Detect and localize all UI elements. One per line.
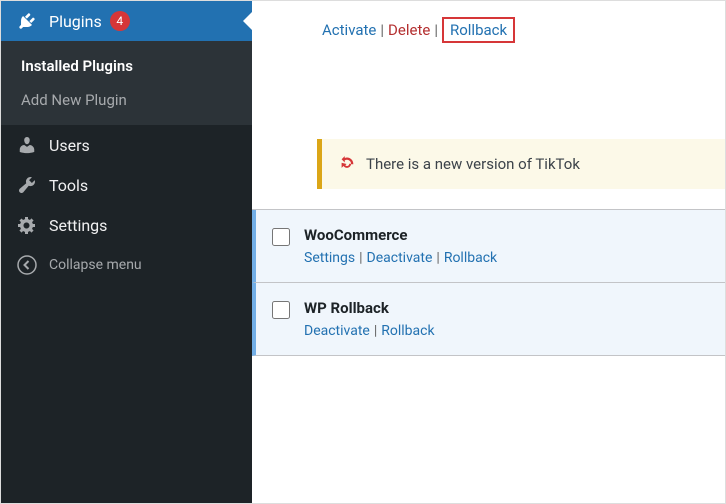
plugin-title: WP Rollback xyxy=(304,299,435,317)
update-notice: There is a new version of TikTok xyxy=(317,139,725,189)
main-content: Activate|Delete|Rollback There is a new … xyxy=(252,1,725,503)
plugin-icon xyxy=(15,11,39,31)
sidebar-item-tools[interactable]: Tools xyxy=(1,165,252,205)
submenu-add-new-plugin[interactable]: Add New Plugin xyxy=(1,83,252,117)
deactivate-link[interactable]: Deactivate xyxy=(367,250,433,266)
activate-link[interactable]: Activate xyxy=(322,21,376,39)
rollback-link[interactable]: Rollback xyxy=(450,21,507,39)
plugin-actions: Deactivate|Rollback xyxy=(304,323,435,339)
rollback-link[interactable]: Rollback xyxy=(444,250,497,266)
plugin-row-wp-rollback: WP Rollback Deactivate|Rollback xyxy=(252,283,725,356)
sidebar-item-settings[interactable]: Settings xyxy=(1,205,252,245)
delete-link[interactable]: Delete xyxy=(388,21,430,39)
update-notice-text: There is a new version of TikTok xyxy=(366,155,580,173)
refresh-icon xyxy=(338,153,356,175)
plugin-title: WooCommerce xyxy=(304,226,497,244)
users-icon xyxy=(15,135,39,155)
plugin-checkbox[interactable] xyxy=(272,228,290,266)
collapse-icon xyxy=(15,255,39,275)
plugin-row-actions: Activate|Delete|Rollback xyxy=(252,1,725,59)
sidebar-plugins-label: Plugins xyxy=(49,12,102,31)
sidebar-item-plugins[interactable]: Plugins 4 xyxy=(1,1,252,41)
plugin-checkbox[interactable] xyxy=(272,301,290,339)
sidebar-item-users[interactable]: Users xyxy=(1,125,252,165)
plugin-list: WooCommerce Settings|Deactivate|Rollback… xyxy=(252,209,725,356)
rollback-link[interactable]: Rollback xyxy=(381,323,434,339)
tools-icon xyxy=(15,175,39,195)
sidebar-users-label: Users xyxy=(49,136,90,155)
sidebar-collapse-label: Collapse menu xyxy=(49,257,142,273)
sidebar-tools-label: Tools xyxy=(49,176,88,195)
sidebar-submenu: Installed Plugins Add New Plugin xyxy=(1,41,252,125)
sidebar-settings-label: Settings xyxy=(49,216,107,235)
update-badge: 4 xyxy=(110,11,130,31)
rollback-highlight: Rollback xyxy=(442,17,515,43)
settings-icon xyxy=(15,215,39,235)
settings-link[interactable]: Settings xyxy=(304,250,355,266)
sidebar-collapse-menu[interactable]: Collapse menu xyxy=(1,245,252,285)
deactivate-link[interactable]: Deactivate xyxy=(304,323,370,339)
admin-sidebar: Plugins 4 Installed Plugins Add New Plug… xyxy=(1,1,252,503)
submenu-installed-plugins[interactable]: Installed Plugins xyxy=(1,49,252,83)
plugin-row-woocommerce: WooCommerce Settings|Deactivate|Rollback xyxy=(252,210,725,283)
plugin-actions: Settings|Deactivate|Rollback xyxy=(304,250,497,266)
